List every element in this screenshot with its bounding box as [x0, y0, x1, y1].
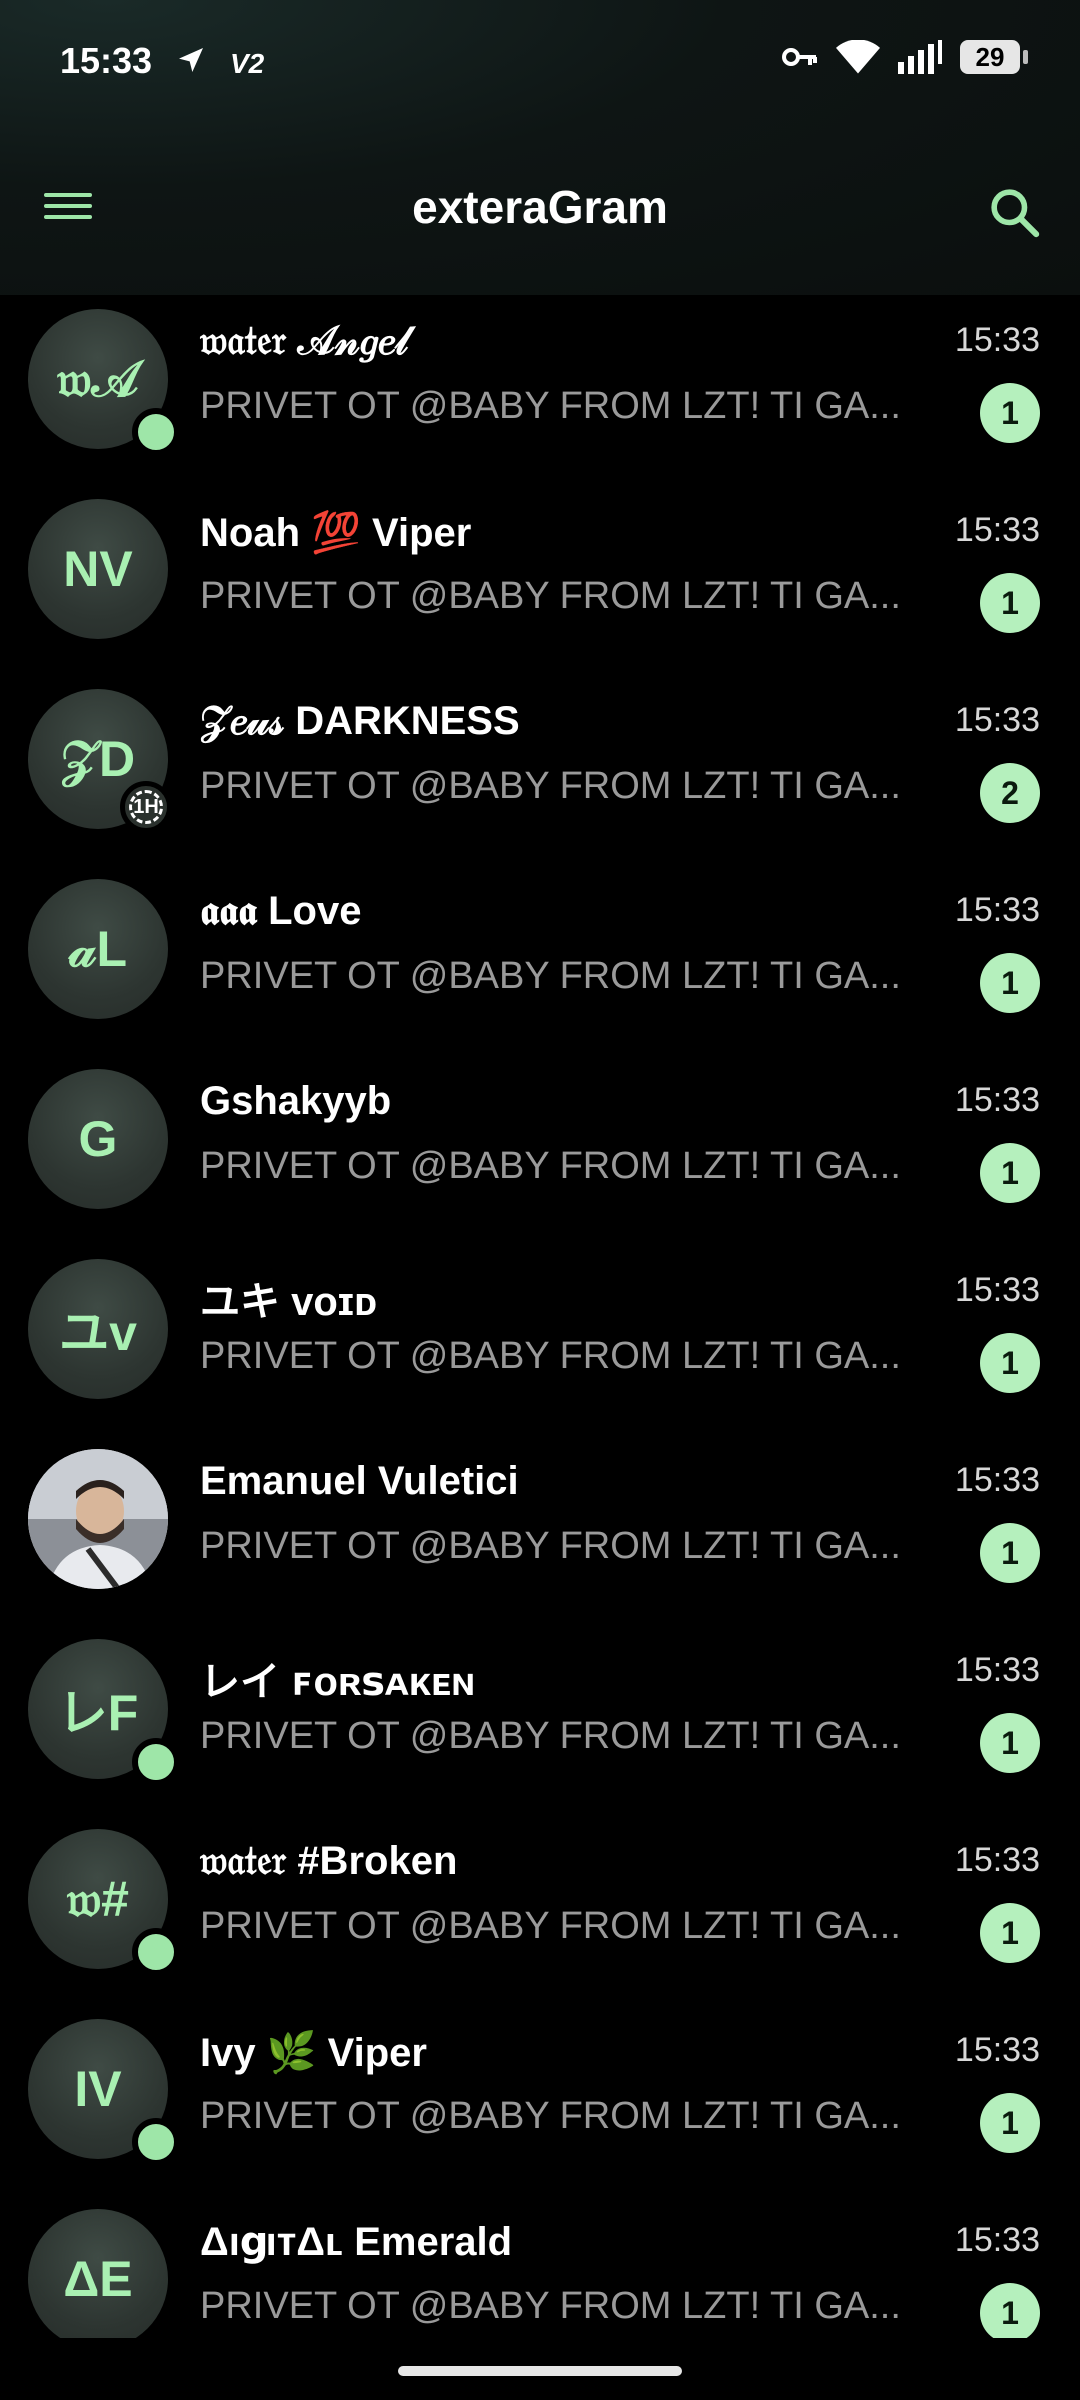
- avatar: NV: [28, 499, 168, 639]
- chat-row[interactable]: 𝔴# 𝔴𝔞𝔱𝔢𝔯 #Broken PRIVET OT @BABY FROM LZ…: [0, 1817, 1080, 2007]
- unread-badge: 1: [980, 953, 1040, 1013]
- chat-time: 15:33: [954, 2221, 1040, 2259]
- network-badge: V2: [230, 48, 265, 79]
- signal-icon: [898, 40, 942, 74]
- chat-row[interactable]: G Gshakyyb PRIVET OT @BABY FROM LZT! TI …: [0, 1057, 1080, 1247]
- chat-row[interactable]: 𝔴𝒜 𝔴𝔞𝔱𝔢𝔯 𝒜𝓃𝑔𝑒𝓁 PRIVET OT @BABY FROM LZT!…: [0, 297, 1080, 487]
- chat-last-message: PRIVET OT @BABY FROM LZT! TI GA...: [200, 765, 901, 807]
- unread-badge: 1: [980, 2283, 1040, 2343]
- unread-badge: 1: [980, 1333, 1040, 1393]
- home-indicator[interactable]: [398, 2366, 682, 2376]
- avatar: G: [28, 1069, 168, 1209]
- auto-delete-timer-icon: 1H: [120, 781, 172, 833]
- wifi-icon: [836, 40, 880, 74]
- status-time: 15:33: [60, 40, 153, 81]
- avatar-photo: [28, 1449, 168, 1589]
- chat-name: 𝒵𝑒𝓊𝓈 DARKNESS: [200, 699, 520, 743]
- online-indicator: [132, 1928, 180, 1976]
- chat-name: ΔıցıтΔʟ Emerald: [200, 2220, 513, 2264]
- unread-badge: 2: [980, 763, 1040, 823]
- chat-time: 15:33: [954, 1081, 1040, 1119]
- unread-badge: 1: [980, 1713, 1040, 1773]
- chat-list: 𝔴𝒜 𝔴𝔞𝔱𝔢𝔯 𝒜𝓃𝑔𝑒𝓁 PRIVET OT @BABY FROM LZT!…: [0, 297, 1080, 2387]
- chat-row[interactable]: ユv ユキ ᴠᴏɪᴅ PRIVET OT @BABY FROM LZT! TI …: [0, 1247, 1080, 1437]
- chat-name: Noah 💯 Viper: [200, 511, 472, 555]
- chat-name: ユキ ᴠᴏɪᴅ: [200, 1280, 377, 1324]
- chat-name: レイ ꜰᴏʀꜱᴀᴋᴇɴ: [200, 1660, 476, 1704]
- avatar: 𝒶L: [28, 879, 168, 1019]
- chat-row[interactable]: 𝒵D 1H 𝒵𝑒𝓊𝓈 DARKNESS PRIVET OT @BABY FROM…: [0, 677, 1080, 867]
- chat-time: 15:33: [954, 1271, 1040, 1309]
- chat-time: 15:33: [954, 511, 1040, 549]
- search-icon[interactable]: [986, 184, 1042, 240]
- avatar: ユv: [28, 1259, 168, 1399]
- battery-icon: 29: [960, 40, 1028, 74]
- chat-row[interactable]: レF レイ ꜰᴏʀꜱᴀᴋᴇɴ PRIVET OT @BABY FROM LZT!…: [0, 1627, 1080, 1817]
- chat-last-message: PRIVET OT @BABY FROM LZT! TI GA...: [200, 2095, 901, 2137]
- chat-last-message: PRIVET OT @BABY FROM LZT! TI GA...: [200, 575, 901, 617]
- chat-row[interactable]: Emanuel Vuletici PRIVET OT @BABY FROM LZ…: [0, 1437, 1080, 1627]
- chat-name: 𝔴𝔞𝔱𝔢𝔯 #Broken: [200, 1839, 458, 1883]
- unread-badge: 1: [980, 1143, 1040, 1203]
- status-icons: 29: [782, 40, 1028, 74]
- chat-row[interactable]: 𝒶L 𝖆𝖆𝖆 Love PRIVET OT @BABY FROM LZT! TI…: [0, 867, 1080, 1057]
- unread-badge: 1: [980, 1523, 1040, 1583]
- online-indicator: [132, 408, 180, 456]
- chat-time: 15:33: [954, 701, 1040, 739]
- unread-badge: 1: [980, 383, 1040, 443]
- chat-last-message: PRIVET OT @BABY FROM LZT! TI GA...: [200, 1335, 901, 1377]
- chat-name: 𝖆𝖆𝖆 Love: [200, 889, 362, 933]
- chat-time: 15:33: [954, 1841, 1040, 1879]
- chat-last-message: PRIVET OT @BABY FROM LZT! TI GA...: [200, 955, 901, 997]
- chat-time: 15:33: [954, 1461, 1040, 1499]
- chat-time: 15:33: [954, 1651, 1040, 1689]
- chat-name: Gshakyyb: [200, 1079, 392, 1123]
- chat-row[interactable]: NV Noah 💯 Viper PRIVET OT @BABY FROM LZT…: [0, 487, 1080, 677]
- vpn-key-icon: [782, 48, 817, 66]
- chat-time: 15:33: [954, 891, 1040, 929]
- chat-last-message: PRIVET OT @BABY FROM LZT! TI GA...: [200, 2285, 901, 2327]
- chat-last-message: PRIVET OT @BABY FROM LZT! TI GA...: [200, 1715, 901, 1757]
- app-title: exteraGram: [412, 181, 668, 233]
- unread-badge: 1: [980, 573, 1040, 633]
- avatar: ΔE: [28, 2209, 168, 2349]
- chat-name: Emanuel Vuletici: [200, 1459, 519, 1503]
- chat-last-message: PRIVET OT @BABY FROM LZT! TI GA...: [200, 1905, 901, 1947]
- chat-time: 15:33: [954, 321, 1040, 359]
- location-arrow-icon: [179, 48, 203, 72]
- chat-last-message: PRIVET OT @BABY FROM LZT! TI GA...: [200, 1525, 901, 1567]
- top-bar: 15:33 V2 29 exteraGram: [0, 0, 1080, 295]
- unread-badge: 1: [980, 1903, 1040, 1963]
- unread-badge: 1: [980, 2093, 1040, 2153]
- person-photo-icon: [28, 1449, 168, 1589]
- chat-last-message: PRIVET OT @BABY FROM LZT! TI GA...: [200, 385, 901, 427]
- chat-last-message: PRIVET OT @BABY FROM LZT! TI GA...: [200, 1145, 901, 1187]
- chat-name: Ivy 🌿 Viper: [200, 2031, 427, 2075]
- chat-name: 𝔴𝔞𝔱𝔢𝔯 𝒜𝓃𝑔𝑒𝓁: [200, 319, 409, 363]
- online-indicator: [132, 2118, 180, 2166]
- online-indicator: [132, 1738, 180, 1786]
- chat-time: 15:33: [954, 2031, 1040, 2069]
- chat-row[interactable]: IV Ivy 🌿 Viper PRIVET OT @BABY FROM LZT!…: [0, 2007, 1080, 2197]
